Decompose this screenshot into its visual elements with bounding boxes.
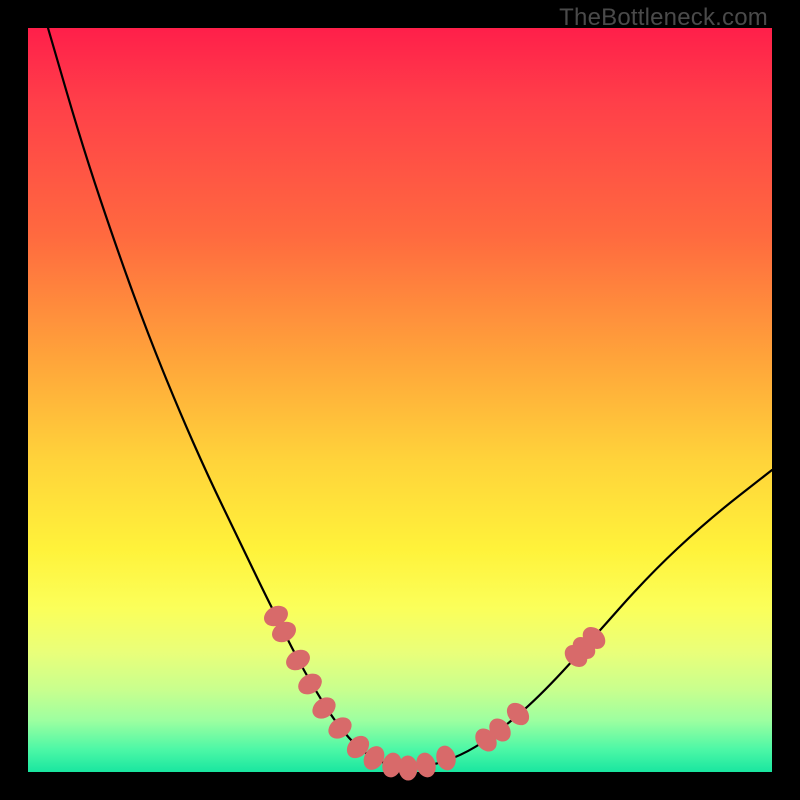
watermark-text: TheBottleneck.com (559, 4, 768, 32)
chart-frame (28, 28, 772, 772)
marker-dot (295, 670, 325, 698)
marker-dot (414, 751, 438, 779)
marker-dot (283, 646, 313, 673)
marker-dot (434, 744, 458, 772)
bottleneck-chart (28, 28, 772, 772)
bottleneck-curve-path (48, 28, 772, 767)
marker-dot (398, 756, 417, 781)
marker-group (261, 603, 609, 781)
